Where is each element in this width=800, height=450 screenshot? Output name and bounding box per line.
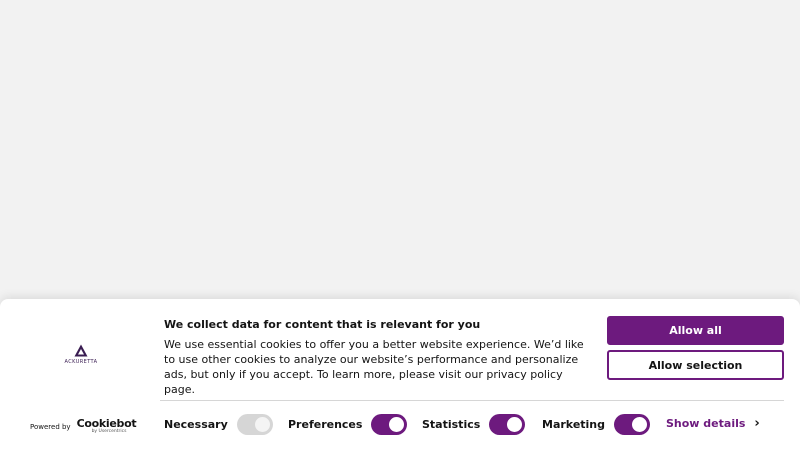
toggle-knob xyxy=(632,417,648,432)
toggle-label-necessary: Necessary xyxy=(164,418,228,431)
divider xyxy=(160,400,784,401)
preferences-toggle[interactable] xyxy=(371,414,408,435)
toggle-knob xyxy=(389,417,405,432)
marketing-toggle[interactable] xyxy=(614,414,651,435)
chevron-right-icon: › xyxy=(754,416,760,431)
statistics-toggle[interactable] xyxy=(489,414,526,435)
cookiebot-sub: by Usercentrics xyxy=(91,429,127,434)
page-background: ACKURETTA We collect data for content th… xyxy=(0,0,800,450)
powered-by-label: Powered by xyxy=(30,423,71,431)
toggle-label-marketing: Marketing xyxy=(542,418,606,431)
toggle-knob xyxy=(507,417,523,432)
powered-by-cookiebot[interactable]: Powered by Cookiebot by Usercentrics xyxy=(30,417,137,435)
allow-all-button[interactable]: Allow all xyxy=(607,316,784,345)
toggle-group-necessary: Necessary xyxy=(164,414,273,435)
toggle-label-preferences: Preferences xyxy=(288,418,363,431)
cookie-consent-banner: ACKURETTA We collect data for content th… xyxy=(0,299,800,450)
show-details-link[interactable]: Show details › xyxy=(666,417,760,430)
toggle-group-marketing: Marketing xyxy=(542,414,651,435)
toggle-group-preferences: Preferences xyxy=(288,414,408,435)
necessary-toggle[interactable] xyxy=(236,414,273,435)
banner-description: We use essential cookies to offer you a … xyxy=(164,338,584,396)
banner-title: We collect data for content that is rele… xyxy=(164,318,481,331)
toggle-label-statistics: Statistics xyxy=(422,418,481,431)
cookiebot-logo: Cookiebot by Usercentrics xyxy=(77,417,137,435)
site-logo: ACKURETTA xyxy=(62,344,100,368)
toggle-knob xyxy=(254,417,270,432)
triangle-logo-icon xyxy=(74,344,88,357)
show-details-label: Show details xyxy=(666,417,746,430)
allow-selection-button[interactable]: Allow selection xyxy=(607,350,784,380)
logo-text: ACKURETTA xyxy=(64,359,98,365)
toggle-group-statistics: Statistics xyxy=(422,414,526,435)
